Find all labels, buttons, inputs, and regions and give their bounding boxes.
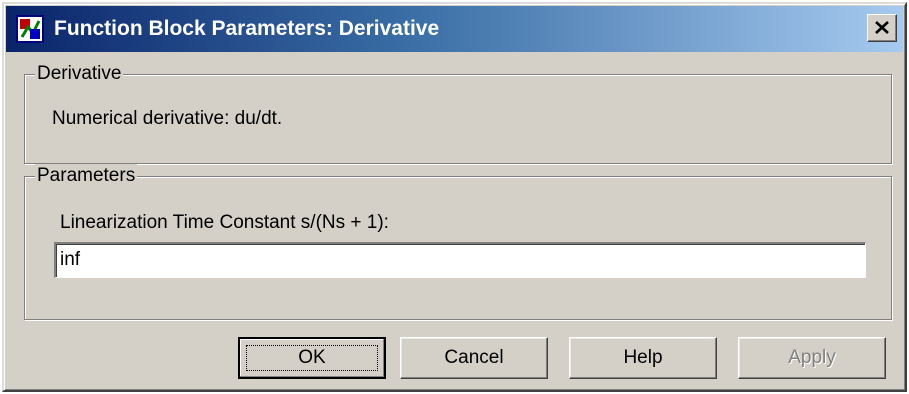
close-button[interactable] (867, 14, 897, 42)
derivative-group-title: Derivative (35, 62, 124, 86)
help-button-label: Help (623, 347, 663, 368)
cancel-button[interactable]: Cancel (400, 337, 548, 379)
window-title: Function Block Parameters: Derivative (54, 17, 440, 40)
help-button[interactable]: Help (569, 337, 717, 379)
focus-rectangle (246, 345, 378, 371)
apply-button[interactable]: Apply (738, 337, 886, 379)
title-bar[interactable]: Function Block Parameters: Derivative (6, 6, 903, 52)
parameters-group-title: Parameters (35, 164, 138, 188)
time-constant-input[interactable]: inf (54, 242, 866, 278)
ok-button[interactable]: OK (238, 337, 386, 379)
simulink-block-icon (16, 15, 44, 43)
cancel-button-label: Cancel (444, 347, 504, 368)
apply-button-label: Apply (788, 347, 836, 368)
time-constant-label: Linearization Time Constant s/(Ns + 1): (60, 212, 389, 233)
dialog-window: Function Block Parameters: Derivative De… (2, 2, 907, 392)
block-description: Numerical derivative: du/dt. (52, 108, 283, 129)
